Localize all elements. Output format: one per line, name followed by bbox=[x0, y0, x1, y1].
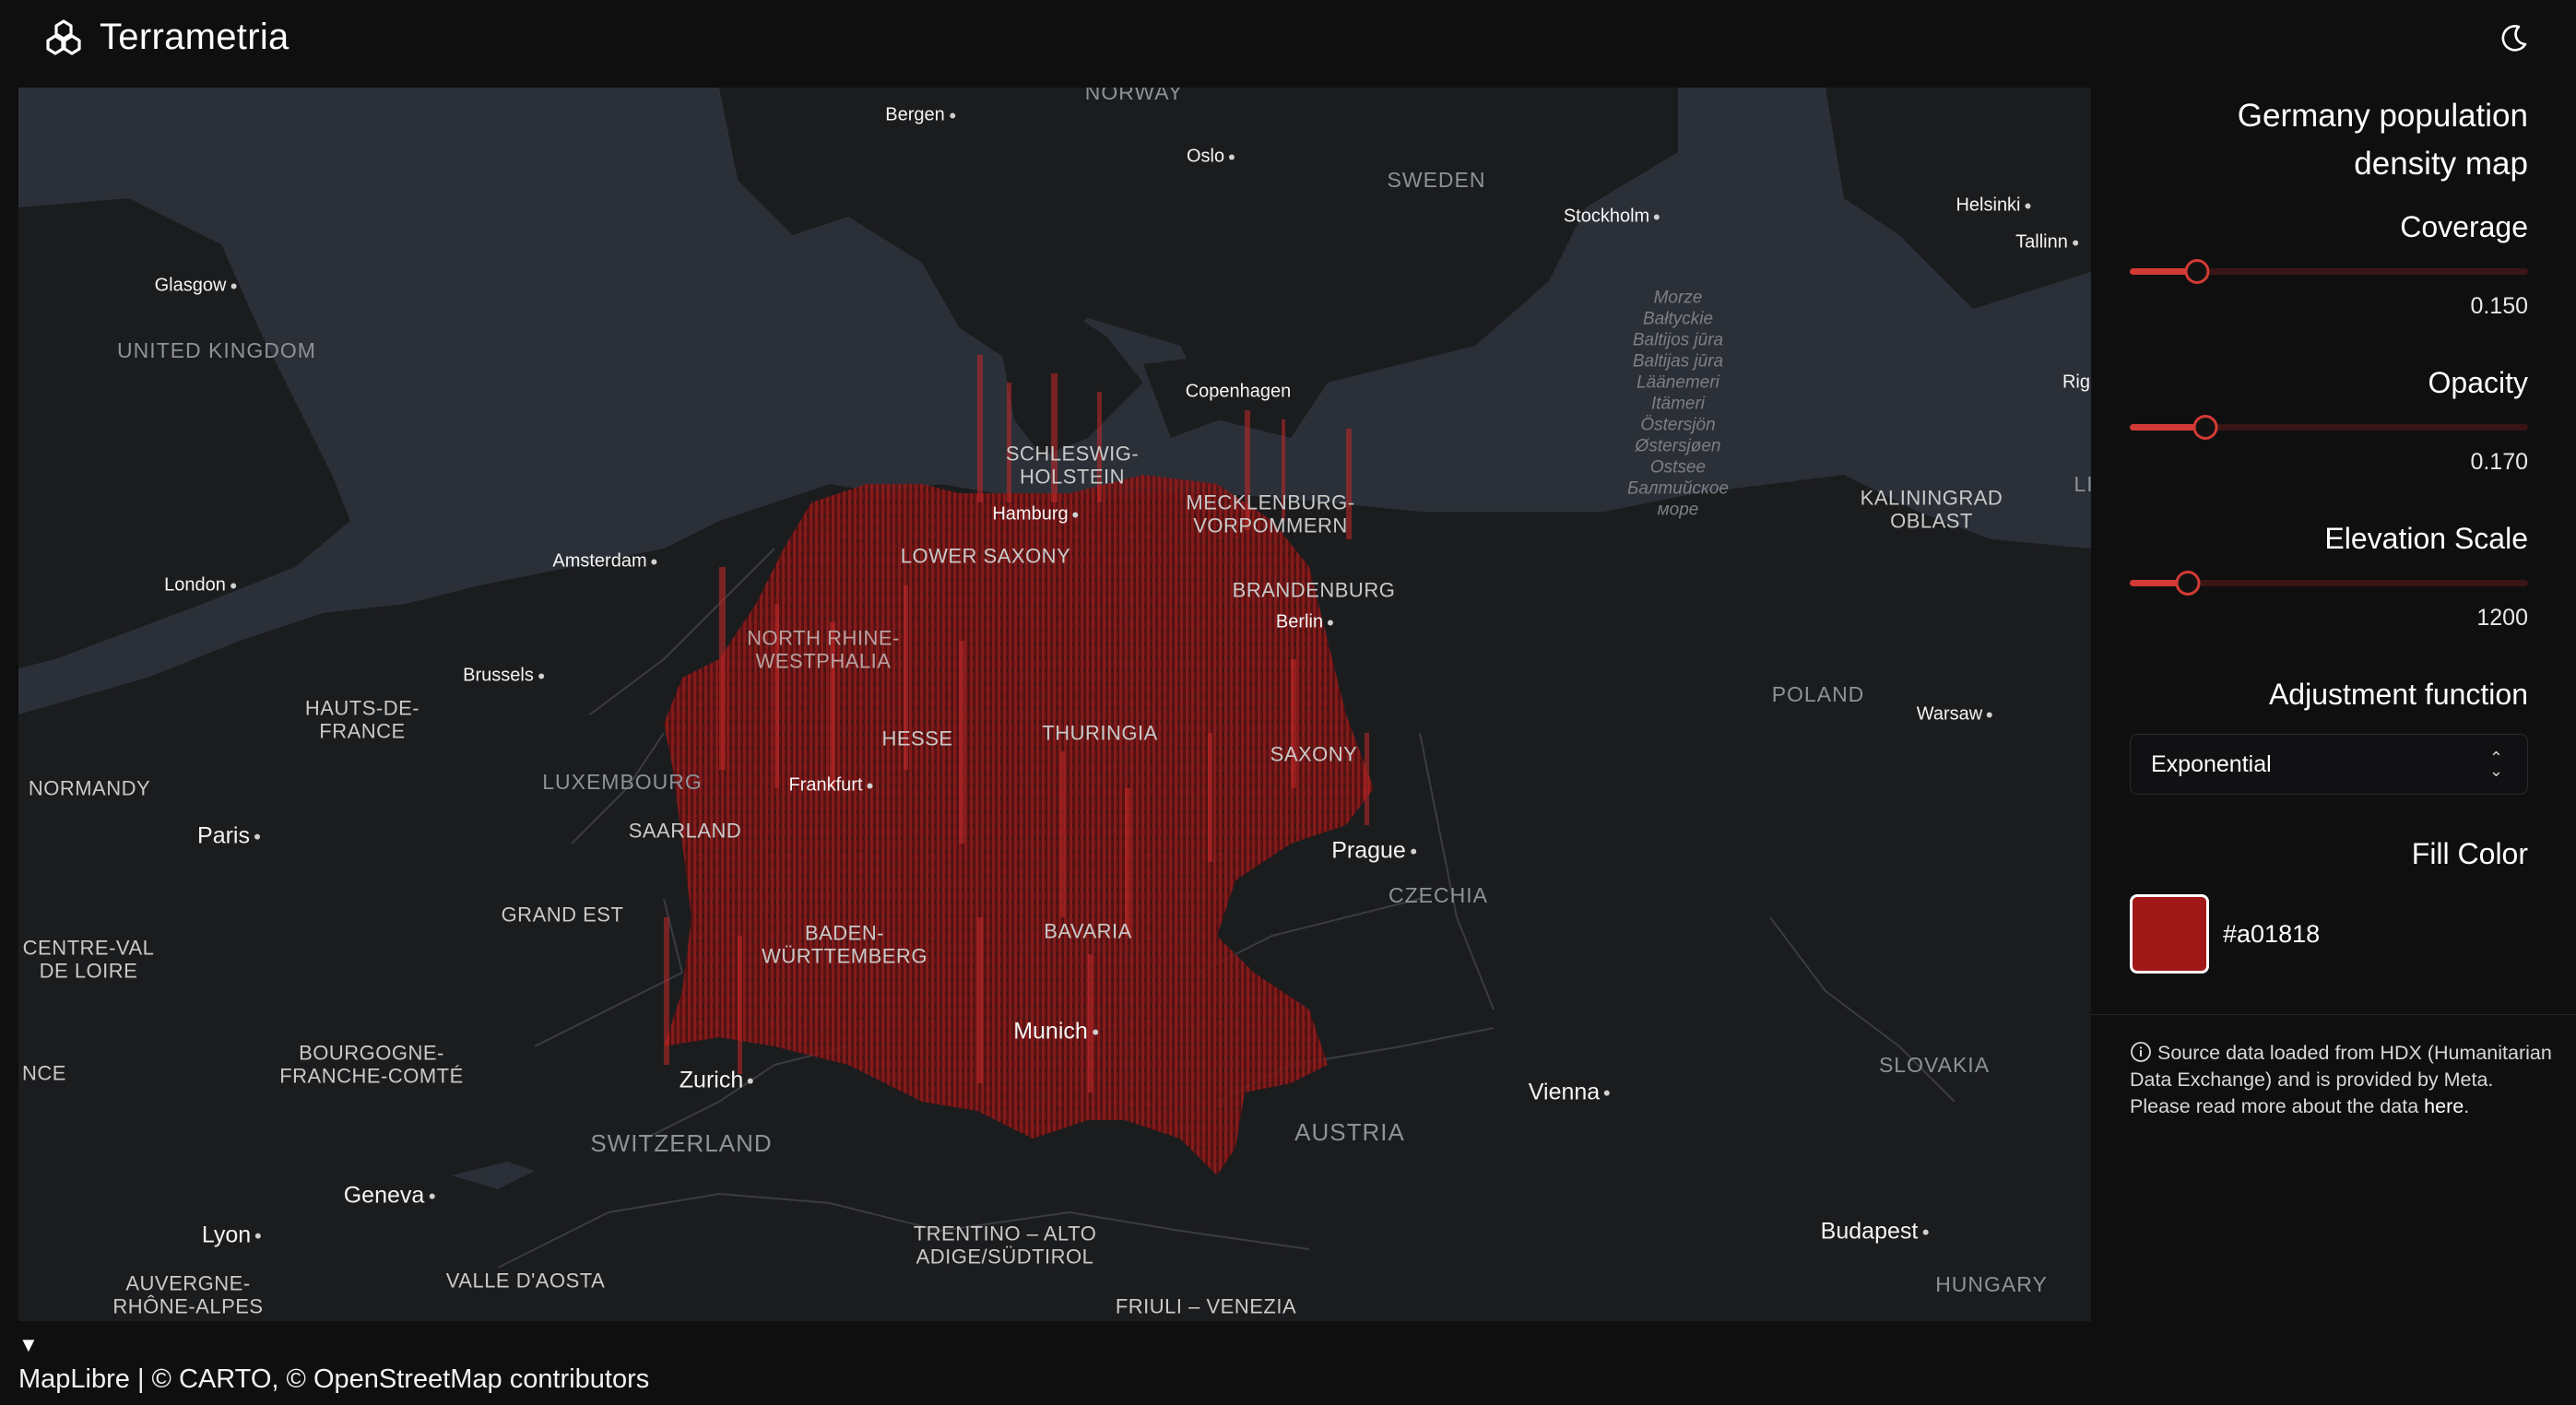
label-oslo: Oslo bbox=[1187, 147, 1235, 168]
label-valle-daosta: VALLE D'AOSTA bbox=[445, 1269, 606, 1293]
label-brandenburg: BRANDENBURG bbox=[1232, 578, 1396, 602]
info-icon bbox=[2131, 1042, 2151, 1062]
label-bourgogne: BOURGOGNE- FRANCHE-COMTÉ bbox=[279, 1041, 464, 1088]
note-read-more: Please read more about the data bbox=[2130, 1095, 2419, 1117]
label-vienna: Vienna bbox=[1529, 1080, 1610, 1106]
elevation-scale-slider[interactable] bbox=[2130, 570, 2528, 596]
chevron-up-down-icon: ⌃ ⌄ bbox=[2488, 749, 2503, 780]
label-poland: POLAND bbox=[1771, 681, 1865, 706]
data-source-note: Source data loaded from HDX (Humanitaria… bbox=[2130, 1040, 2554, 1120]
label-lower-saxony: LOWER SAXONY bbox=[900, 544, 1071, 568]
label-munich: Munich bbox=[1013, 1019, 1098, 1045]
label-grand-est: GRAND EST bbox=[501, 903, 624, 927]
coverage-label: Coverage bbox=[2400, 210, 2528, 243]
label-zurich: Zurich bbox=[679, 1068, 753, 1094]
label-saxony: SAXONY bbox=[1270, 742, 1358, 766]
label-helsinki: Helsinki bbox=[1956, 195, 2030, 217]
adjustment-function-select[interactable]: Exponential ⌃ ⌄ bbox=[2130, 734, 2528, 795]
label-friuli: FRIULI – VENEZIA bbox=[1115, 1294, 1297, 1318]
label-geneva: Geneva bbox=[344, 1183, 435, 1210]
label-brussels: Brussels bbox=[463, 666, 544, 687]
note-text: Source data loaded from HDX (Humanitaria… bbox=[2130, 1042, 2552, 1091]
label-slovakia: SLOVAKIA bbox=[1878, 1052, 1991, 1077]
coverage-slider[interactable] bbox=[2130, 258, 2528, 284]
label-schleswig-holstein: SCHLESWIG- HOLSTEIN bbox=[1005, 442, 1140, 489]
app-header: Terrametria bbox=[0, 0, 2576, 76]
label-frankfurt: Frankfurt bbox=[788, 775, 872, 797]
label-bergen: Bergen bbox=[885, 105, 955, 126]
fill-color-swatch[interactable] bbox=[2130, 894, 2209, 974]
label-budapest: Budapest bbox=[1821, 1219, 1929, 1246]
label-baltic-sea: Morze Bałtyckie Baltijos jūra Baltijas j… bbox=[1626, 288, 1730, 520]
label-copenhagen: Copenhagen bbox=[1185, 381, 1292, 402]
label-glasgow: Glasgow bbox=[155, 276, 237, 297]
label-bavaria: BAVARIA bbox=[1044, 919, 1132, 943]
settings-panel: Germany population density map Coverage … bbox=[2091, 76, 2576, 1405]
label-warsaw: Warsaw bbox=[1917, 704, 1992, 726]
elevation-scale-value: 1200 bbox=[2476, 605, 2528, 631]
label-kaliningrad: KALININGRAD OBLAST bbox=[1860, 486, 2003, 533]
coverage-value: 0.150 bbox=[2470, 293, 2528, 319]
label-norway: NORWAY bbox=[1084, 88, 1184, 104]
opacity-value: 0.170 bbox=[2470, 449, 2528, 475]
moon-icon[interactable] bbox=[2495, 18, 2534, 57]
label-hamburg: Hamburg bbox=[992, 504, 1078, 525]
label-stockholm: Stockholm bbox=[1564, 207, 1660, 228]
label-sweden: SWEDEN bbox=[1387, 167, 1486, 192]
label-berlin: Berlin bbox=[1276, 612, 1333, 633]
attribution-collapse-toggle[interactable]: ▼ bbox=[18, 1333, 39, 1357]
map-canvas[interactable]: NORWAY Bergen Oslo SWEDEN Stockholm Hels… bbox=[18, 88, 2091, 1321]
adjustment-function-value: Exponential bbox=[2151, 751, 2272, 777]
label-czechia: CZECHIA bbox=[1388, 882, 1488, 907]
slider-thumb[interactable] bbox=[2175, 571, 2201, 596]
label-paris: Paris bbox=[197, 823, 260, 850]
panel-title: Germany population density map bbox=[2237, 98, 2528, 182]
slider-thumb[interactable] bbox=[2192, 415, 2218, 440]
label-normandy: NORMANDY bbox=[28, 776, 151, 800]
brand[interactable]: Terrametria bbox=[42, 11, 290, 63]
fill-color-label: Fill Color bbox=[2411, 837, 2528, 870]
label-tallinn: Tallinn bbox=[2015, 232, 2078, 254]
label-thuringia: THURINGIA bbox=[1042, 721, 1158, 745]
label-centre-val-de-loire: CENTRE-VAL DE LOIRE bbox=[22, 936, 155, 983]
fill-color-hex: #a01818 bbox=[2223, 920, 2321, 948]
label-baden-wuerttemberg: BADEN- WÜRTTEMBERG bbox=[762, 921, 928, 968]
label-auvergne: AUVERGNE- RHÔNE-ALPES bbox=[112, 1271, 264, 1318]
label-mecklenburg: MECKLENBURG- VORPOMMERN bbox=[1186, 490, 1355, 537]
label-luxembourg: LUXEMBOURG bbox=[542, 769, 703, 794]
app-title: Terrametria bbox=[100, 16, 290, 57]
label-amsterdam: Amsterdam bbox=[552, 551, 656, 573]
note-period: . bbox=[2464, 1095, 2470, 1117]
label-riga: Rig bbox=[2062, 372, 2091, 393]
label-li: LI bbox=[2074, 471, 2091, 496]
map-attribution[interactable]: MapLibre | © CARTO, © OpenStreetMap cont… bbox=[18, 1364, 649, 1395]
label-hungary: HUNGARY bbox=[1935, 1271, 2048, 1296]
opacity-slider[interactable] bbox=[2130, 414, 2528, 440]
elevation-scale-label: Elevation Scale bbox=[2324, 522, 2528, 555]
slider-thumb[interactable] bbox=[2184, 259, 2210, 284]
label-switzerland: SWITZERLAND bbox=[590, 1129, 773, 1158]
adjustment-function-label: Adjustment function bbox=[2268, 678, 2528, 711]
label-prague: Prague bbox=[1331, 838, 1416, 865]
label-trentino: TRENTINO – ALTO ADIGE/SÜDTIROL bbox=[913, 1222, 1097, 1269]
label-lyon: Lyon bbox=[202, 1222, 261, 1249]
label-hesse: HESSE bbox=[881, 726, 953, 750]
label-saarland: SAARLAND bbox=[628, 819, 742, 843]
label-north-rhine-westphalia: NORTH RHINE- WESTPHALIA bbox=[747, 626, 900, 673]
terrametria-logo-icon bbox=[46, 19, 81, 55]
panel-divider bbox=[2091, 1014, 2576, 1015]
label-united-kingdom: UNITED KINGDOM bbox=[117, 337, 316, 362]
note-here-link[interactable]: here bbox=[2424, 1095, 2464, 1117]
label-nce: NCE bbox=[22, 1061, 66, 1085]
opacity-label: Opacity bbox=[2428, 366, 2528, 399]
label-london: London bbox=[164, 575, 236, 596]
label-austria: AUSTRIA bbox=[1294, 1118, 1405, 1147]
label-hauts-de-france: HAUTS-DE- FRANCE bbox=[304, 696, 420, 743]
